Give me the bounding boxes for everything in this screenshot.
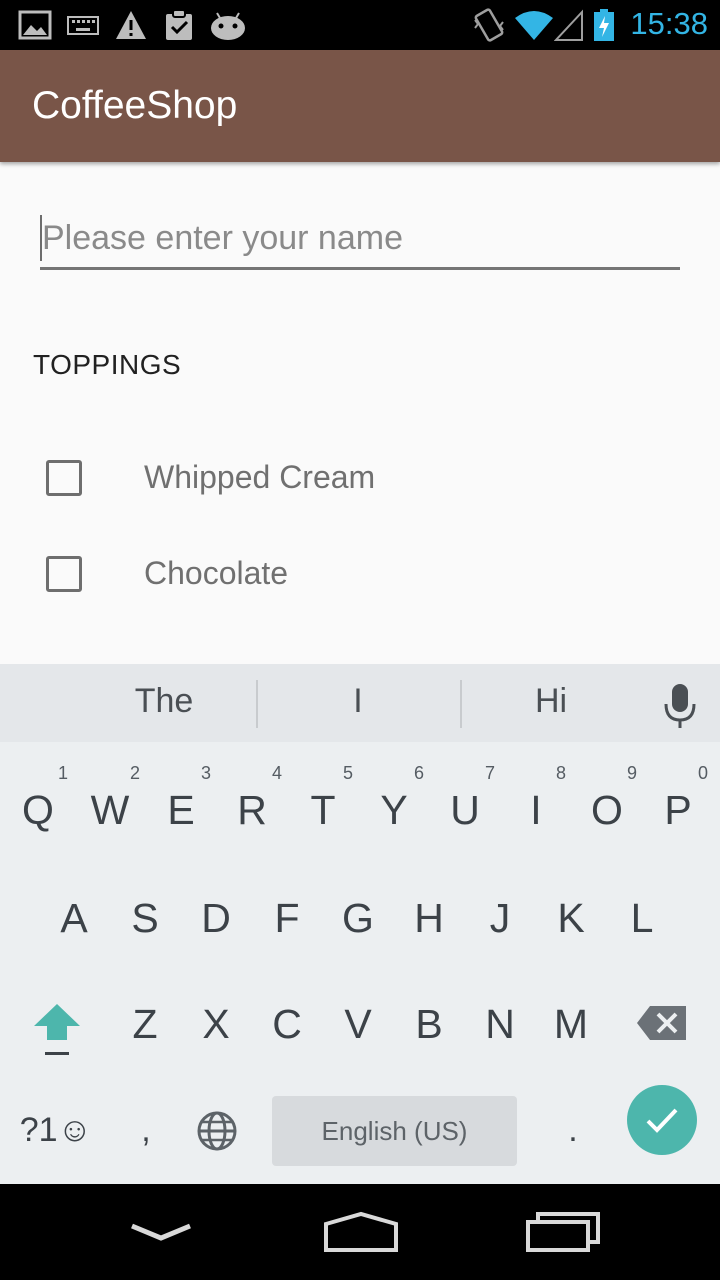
key-i[interactable]: I8 bbox=[500, 760, 572, 860]
key-q[interactable]: Q1 bbox=[2, 760, 74, 860]
shift-icon[interactable] bbox=[30, 1000, 84, 1058]
keyboard-icon bbox=[67, 16, 99, 35]
key-p[interactable]: P0 bbox=[642, 760, 714, 860]
key-k[interactable]: K bbox=[535, 868, 607, 968]
key-r[interactable]: R4 bbox=[216, 760, 288, 860]
key-u[interactable]: U7 bbox=[429, 760, 501, 860]
key-l[interactable]: L bbox=[606, 868, 678, 968]
suggestion-divider bbox=[460, 680, 462, 728]
key-v[interactable]: V bbox=[322, 974, 394, 1074]
app-bar: CoffeeShop bbox=[0, 50, 720, 162]
key-w[interactable]: W2 bbox=[74, 760, 146, 860]
topping-row-whipped-cream[interactable]: Whipped Cream bbox=[0, 438, 720, 518]
key-n[interactable]: N bbox=[464, 974, 536, 1074]
key-s[interactable]: S bbox=[109, 868, 181, 968]
suggestion-divider bbox=[256, 680, 258, 728]
vibrate-icon bbox=[474, 8, 504, 42]
topping-row-chocolate[interactable]: Chocolate bbox=[0, 534, 720, 614]
backspace-icon[interactable] bbox=[636, 1004, 688, 1042]
clipboard-check-icon bbox=[166, 9, 192, 40]
key-e[interactable]: E3 bbox=[145, 760, 217, 860]
recents-icon[interactable] bbox=[516, 1206, 606, 1258]
key-m[interactable]: M bbox=[535, 974, 607, 1074]
signal-icon bbox=[554, 9, 583, 41]
chocolate-checkbox[interactable] bbox=[46, 556, 82, 592]
key-h[interactable]: H bbox=[393, 868, 465, 968]
back-icon[interactable] bbox=[116, 1206, 206, 1258]
globe-icon[interactable] bbox=[196, 1110, 238, 1152]
text-cursor bbox=[40, 215, 42, 261]
suggestion-strip: The I Hi bbox=[0, 664, 720, 742]
key-o[interactable]: O9 bbox=[571, 760, 643, 860]
navigation-bar bbox=[0, 1184, 720, 1280]
comma-key[interactable]: , bbox=[110, 1080, 182, 1180]
key-y[interactable]: Y6 bbox=[358, 760, 430, 860]
key-a[interactable]: A bbox=[38, 868, 110, 968]
android-icon bbox=[211, 12, 245, 40]
suggestion-1[interactable]: The bbox=[84, 682, 244, 721]
toppings-heading: TOPPINGS bbox=[33, 349, 182, 380]
key-b[interactable]: B bbox=[393, 974, 465, 1074]
name-input[interactable] bbox=[40, 210, 680, 270]
soft-keyboard: The I Hi Q1 W2 E3 R4 T5 Y6 U7 I8 O9 P0 A… bbox=[0, 664, 720, 1184]
key-g[interactable]: G bbox=[322, 868, 394, 968]
key-x[interactable]: X bbox=[180, 974, 252, 1074]
wifi-icon bbox=[515, 11, 553, 40]
key-t[interactable]: T5 bbox=[287, 760, 359, 860]
key-j[interactable]: J bbox=[464, 868, 536, 968]
screen: 15:38 CoffeeShop TOPPINGS Whipped Cream … bbox=[0, 0, 720, 1280]
battery-charging-icon bbox=[594, 9, 614, 41]
microphone-icon[interactable] bbox=[662, 682, 698, 730]
key-z[interactable]: Z bbox=[109, 974, 181, 1074]
key-d[interactable]: D bbox=[180, 868, 252, 968]
image-icon bbox=[18, 10, 52, 40]
symbols-key[interactable]: ?1☺ bbox=[16, 1080, 96, 1180]
home-icon[interactable] bbox=[316, 1206, 406, 1258]
whipped-cream-checkbox[interactable] bbox=[46, 460, 82, 496]
suggestion-3[interactable]: Hi bbox=[471, 682, 631, 721]
status-bar: 15:38 bbox=[0, 0, 720, 50]
space-bar[interactable]: English (US) bbox=[272, 1096, 517, 1166]
app-title: CoffeeShop bbox=[32, 84, 238, 127]
period-key[interactable]: . bbox=[537, 1080, 609, 1180]
whipped-cream-label[interactable]: Whipped Cream bbox=[144, 459, 375, 496]
checkmark-icon bbox=[646, 1108, 678, 1133]
warning-icon bbox=[116, 11, 146, 39]
chocolate-label[interactable]: Chocolate bbox=[144, 555, 288, 592]
key-f[interactable]: F bbox=[251, 868, 323, 968]
suggestion-2[interactable]: I bbox=[278, 682, 438, 721]
key-c[interactable]: C bbox=[251, 974, 323, 1074]
status-time: 15:38 bbox=[630, 6, 708, 41]
enter-button[interactable] bbox=[627, 1085, 697, 1155]
